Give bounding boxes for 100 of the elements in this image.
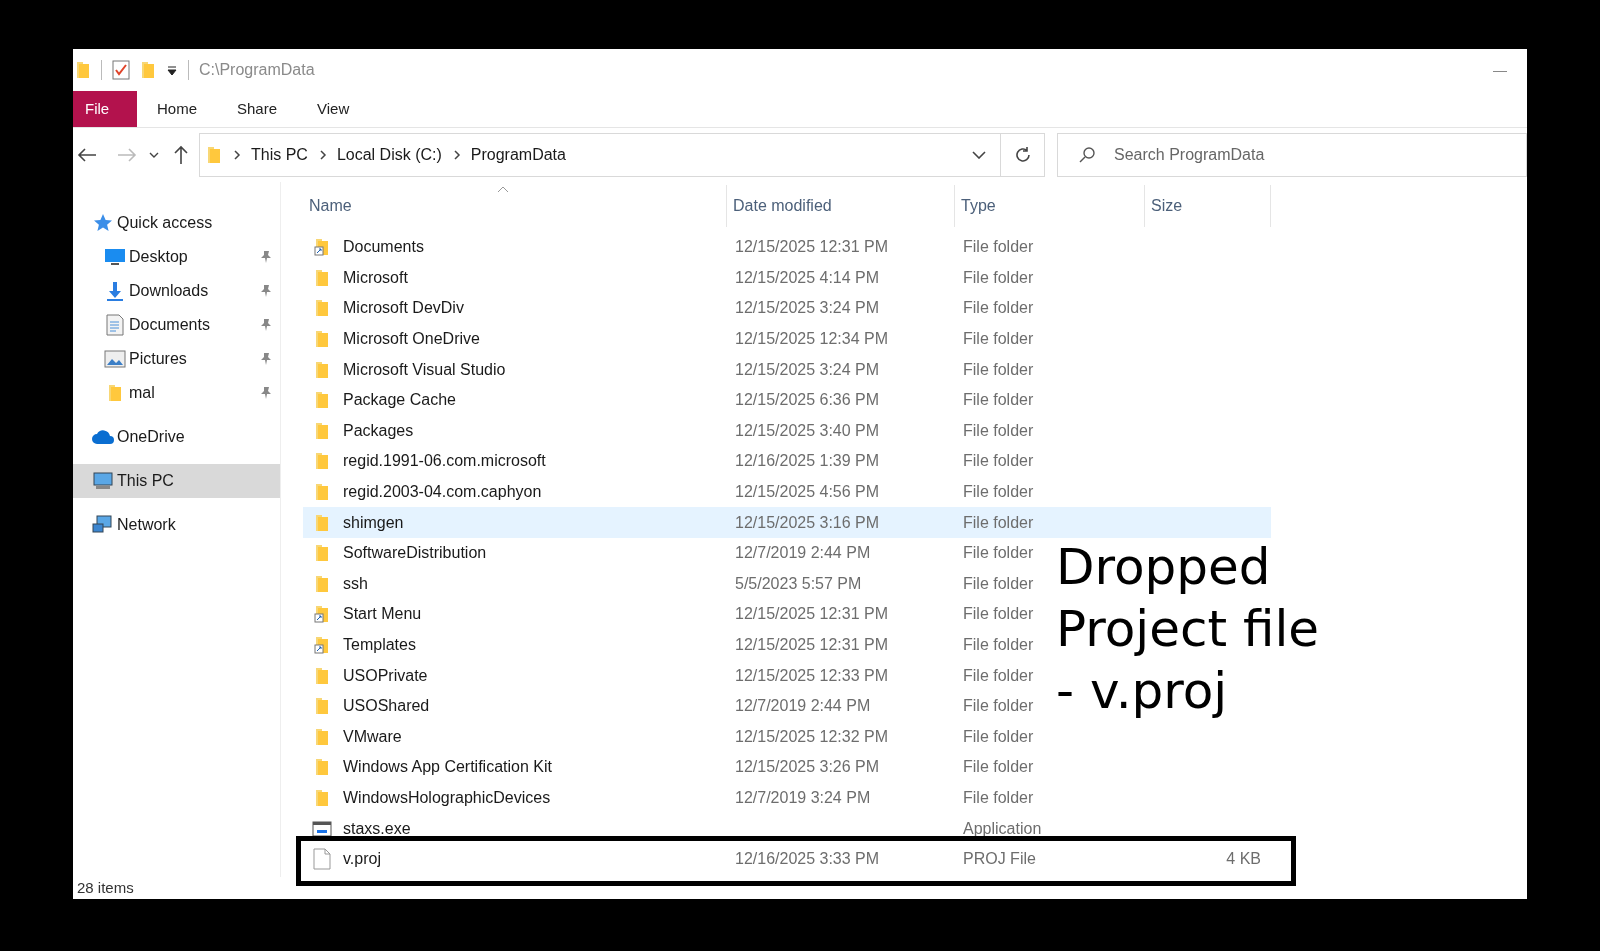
type-cell: File folder	[963, 636, 1034, 653]
computer-icon	[92, 472, 114, 490]
file-name: VMware	[343, 726, 402, 747]
refresh-button[interactable]	[1001, 133, 1045, 177]
chevron-down-icon[interactable]	[149, 151, 159, 159]
folder-icon	[314, 452, 330, 471]
sidebar-item[interactable]: Pictures	[73, 342, 280, 376]
sidebar-label: Quick access	[117, 213, 214, 233]
file-row[interactable]: Templates 12/15/2025 12:31 PM File folder	[303, 629, 1048, 661]
file-row[interactable]: USOPrivate 12/15/2025 12:33 PM File folder	[303, 660, 1048, 691]
sidebar-label: This PC	[117, 471, 175, 491]
date-cell: 12/15/2025 3:26 PM	[735, 758, 880, 776]
pin-icon[interactable]	[260, 318, 272, 332]
pin-icon[interactable]	[260, 284, 272, 298]
file-row[interactable]: ssh 5/5/2023 5:57 PM File folder	[303, 568, 1048, 600]
sidebar-label: Pictures	[129, 349, 188, 369]
sidebar-item[interactable]: Desktop	[73, 240, 280, 274]
date-cell: 12/15/2025 3:24 PM	[735, 299, 880, 317]
file-name: staxs.exe	[343, 818, 411, 839]
file-row[interactable]: Microsoft Visual Studio 12/15/2025 3:24 PM File folder	[303, 354, 1048, 385]
up-arrow-icon[interactable]	[173, 145, 189, 165]
file-row[interactable]: Microsoft DevDiv 12/15/2025 3:24 PM File folder	[303, 293, 1048, 324]
folder-icon	[314, 299, 330, 318]
file-row[interactable]: Package Cache 12/15/2025 6:36 PM File folder	[303, 384, 1048, 416]
back-arrow-icon[interactable]	[77, 147, 97, 163]
folder-icon	[314, 789, 330, 807]
folder-icon	[107, 384, 123, 402]
breadcrumb-item[interactable]: Local Disk (C:)	[336, 143, 442, 167]
file-row[interactable]: shimgen 12/15/2025 3:16 PM File folder	[303, 507, 1271, 538]
type-cell: File folder	[963, 666, 1034, 684]
type-cell: File folder	[963, 391, 1034, 409]
file-row[interactable]: VMware 12/15/2025 12:32 PM File folder	[303, 721, 1048, 753]
file-row[interactable]: Microsoft 12/15/2025 4:14 PM File folder	[303, 262, 1048, 294]
file-name: Microsoft Visual Studio	[343, 359, 506, 380]
column-header[interactable]: Date modified	[727, 185, 955, 227]
column-header[interactable]: Name	[303, 185, 727, 227]
breadcrumb-item[interactable]: ProgramData	[470, 143, 566, 167]
date-cell: 12/7/2019 2:44 PM	[735, 544, 871, 562]
chevron-right-icon[interactable]	[453, 150, 461, 160]
file-row[interactable]: Packages 12/15/2025 3:40 PM File folder	[303, 415, 1048, 447]
sidebar-item[interactable]: OneDrive	[73, 420, 280, 454]
file-name: USOPrivate	[343, 665, 428, 686]
file-row[interactable]: Microsoft OneDrive 12/15/2025 12:34 PM File folder	[303, 323, 1048, 355]
chevron-right-icon[interactable]	[319, 150, 327, 160]
desktop-icon	[104, 248, 126, 266]
file-row[interactable]: regid.2003-04.com.caphyon 12/15/2025 4:56 PM File folder	[303, 476, 1048, 508]
cloud-icon	[91, 429, 115, 445]
sidebar-item[interactable]: Downloads	[73, 274, 280, 308]
sidebar-item[interactable]: Quick access	[73, 206, 280, 240]
pin-icon[interactable]	[260, 250, 272, 264]
ribbon-tab[interactable]: Home	[137, 91, 217, 127]
file-name: regid.2003-04.com.caphyon	[343, 482, 542, 503]
file-row[interactable]: Windows App Certification Kit 12/15/2025 3:26 PM File folder	[303, 752, 1048, 783]
file-row[interactable]: WindowsHolographicDevices 12/7/2019 3:24 PM File folder	[303, 782, 1048, 814]
date-cell: 12/16/2025 3:33 PM	[735, 850, 880, 868]
application-icon	[312, 820, 332, 837]
folder-icon	[314, 483, 330, 502]
search-box[interactable]: Search ProgramData	[1057, 133, 1527, 177]
sidebar-label: Downloads	[129, 281, 210, 301]
chevron-right-icon[interactable]	[234, 150, 241, 160]
date-cell: 12/15/2025 6:36 PM	[735, 391, 880, 409]
type-cell: File folder	[963, 330, 1034, 348]
minimize-button[interactable]: —	[1493, 59, 1527, 81]
date-cell: 12/7/2019 3:24 PM	[735, 789, 871, 806]
ribbon-tab[interactable]: File	[73, 91, 137, 127]
file-row[interactable]: regid.1991-06.com.microsoft 12/16/2025 1:39 PM File folder	[303, 446, 1048, 477]
file-row[interactable]: USOShared 12/7/2019 2:44 PM File folder	[303, 690, 1048, 722]
file-name: Windows App Certification Kit	[343, 757, 552, 778]
type-cell: File folder	[963, 452, 1034, 470]
type-cell: File folder	[963, 238, 1034, 256]
folder-icon	[314, 758, 330, 777]
pin-icon[interactable]	[260, 386, 272, 400]
sidebar-item[interactable]: Network	[73, 508, 280, 542]
address-bar[interactable]: This PC Local Disk (C:) ProgramData	[199, 133, 1001, 177]
properties-icon[interactable]	[112, 60, 130, 80]
sidebar-item[interactable]: This PC	[73, 464, 280, 498]
ribbon-tab[interactable]: View	[297, 91, 370, 127]
search-field[interactable]: Search ProgramData	[1114, 134, 1526, 176]
file-row[interactable]: Start Menu 12/15/2025 12:31 PM File folder	[303, 599, 1048, 630]
pin-icon[interactable]	[260, 352, 272, 366]
file-row[interactable]: staxs.exe Application	[303, 813, 1048, 844]
ribbon-tab[interactable]: Share	[217, 91, 298, 127]
file-row[interactable]: SoftwareDistribution 12/7/2019 2:44 PM File folder	[303, 537, 1048, 569]
sidebar-item[interactable]: mal	[73, 376, 280, 410]
date-cell: 12/15/2025 3:16 PM	[735, 513, 880, 531]
column-header[interactable]: Size	[1145, 185, 1271, 227]
file-row[interactable]: Documents 12/15/2025 12:31 PM File folder	[303, 232, 1048, 263]
folder-icon	[314, 697, 330, 716]
type-cell: File folder	[963, 268, 1034, 286]
file-row[interactable]: v.proj 12/16/2025 3:33 PM PROJ File 4 KB	[303, 843, 1271, 875]
shortcut-folder-icon	[314, 636, 330, 654]
date-cell: 12/15/2025 3:40 PM	[735, 421, 880, 439]
refresh-icon	[1013, 146, 1032, 164]
sidebar-item[interactable]: Documents	[73, 308, 280, 342]
date-cell: 5/5/2023 5:57 PM	[735, 574, 862, 592]
chevron-down-icon[interactable]	[972, 151, 986, 159]
breadcrumb-item[interactable]: This PC	[251, 143, 308, 167]
dropdown-icon[interactable]	[166, 64, 178, 76]
type-cell: File folder	[963, 758, 1034, 776]
column-header[interactable]: Type	[955, 185, 1145, 227]
